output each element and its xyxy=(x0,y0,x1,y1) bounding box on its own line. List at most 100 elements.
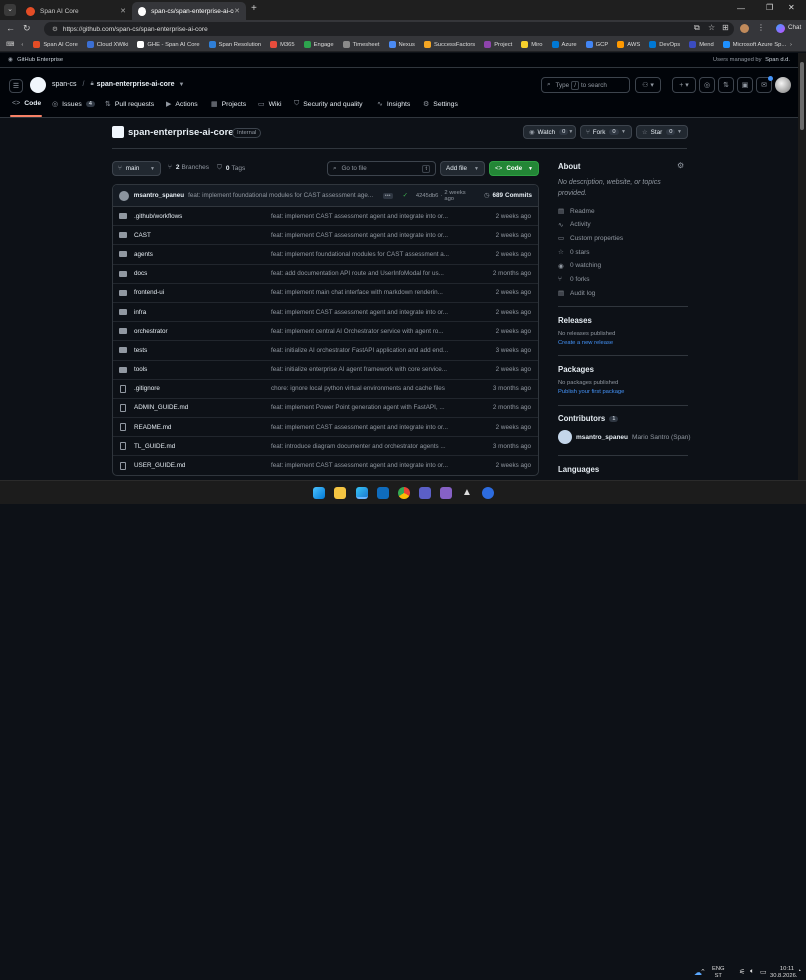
file-name-cell[interactable]: CAST xyxy=(113,232,271,239)
tab-projects[interactable]: ▦ Projects xyxy=(211,100,246,109)
file-name[interactable]: infra xyxy=(134,309,146,316)
bookmark-item[interactable]: GCP xyxy=(585,41,608,48)
teams-icon[interactable] xyxy=(419,487,431,499)
bookmark-item[interactable]: GHE - Span AI Core xyxy=(137,41,200,48)
bookmark-star-icon[interactable]: ☆ xyxy=(708,23,715,32)
commit-sha[interactable]: 4245db6 xyxy=(416,193,439,199)
bookmark-item[interactable]: AWS xyxy=(617,41,640,48)
bookmark-item[interactable]: Microsoft Azure Sp... xyxy=(722,41,786,48)
url-field[interactable]: ⚙ https://github.com/span-cs/span-enterp… xyxy=(44,22,734,36)
volume-icon[interactable]: 🔈︎ xyxy=(750,968,754,976)
github-logo-icon[interactable] xyxy=(30,77,46,93)
table-row[interactable]: TL_GUIDE.md feat: introduce diagram docum… xyxy=(113,437,538,457)
bookmarks-toggle-icon[interactable]: ⌨ xyxy=(6,42,14,48)
language-indicator[interactable]: ENG ST xyxy=(712,966,725,980)
file-name-cell[interactable]: .gitignore xyxy=(113,384,271,393)
packages-heading[interactable]: Packages xyxy=(558,365,594,374)
table-row[interactable]: infra feat: implement CAST assessment age… xyxy=(113,303,538,323)
publish-package-link[interactable]: Publish your first package xyxy=(558,389,624,395)
tab-span-ai-core[interactable]: Span AI Core ✕ xyxy=(20,2,132,20)
file-name[interactable]: tests xyxy=(134,347,147,354)
new-tab-button[interactable]: + xyxy=(251,3,257,14)
watch-button[interactable]: ◉ Watch 0 ▼ xyxy=(523,125,576,139)
tab-code[interactable]: <> Code xyxy=(12,100,41,107)
file-commit-message[interactable]: feat: implement CAST assessment agent an… xyxy=(271,309,471,316)
go-to-file-input[interactable]: ⌕ Go to file t xyxy=(327,161,436,176)
enterprise-label[interactable]: GitHub Enterprise xyxy=(17,57,63,63)
breadcrumb-owner[interactable]: span-cs xyxy=(52,81,77,88)
managed-by-org[interactable]: Span d.d. xyxy=(765,57,790,63)
file-name[interactable]: .gitignore xyxy=(134,385,160,392)
file-name-cell[interactable]: agents xyxy=(113,251,271,258)
file-commit-message[interactable]: chore: ignore local python virtual envir… xyxy=(271,385,471,392)
star-button[interactable]: ☆ Star 0 ▼ xyxy=(636,125,688,139)
close-tab-icon[interactable]: ✕ xyxy=(234,7,240,15)
add-file-button[interactable]: Add file ▼ xyxy=(440,161,485,176)
notification-bell-icon[interactable]: ◔ xyxy=(797,968,801,975)
commit-count[interactable]: 689 xyxy=(493,192,504,199)
file-commit-message[interactable]: feat: implement Power Point generation a… xyxy=(271,404,471,411)
file-name[interactable]: USER_GUIDE.md xyxy=(134,462,185,469)
commit-message[interactable]: feat: implement foundational modules for… xyxy=(188,192,375,199)
chat-button[interactable]: Chat xyxy=(788,24,801,31)
visual-studio-icon[interactable] xyxy=(440,487,452,499)
about-item-activity[interactable]: ∿ Activity xyxy=(558,221,591,229)
file-name[interactable]: README.md xyxy=(134,424,171,431)
bookmarks-back-icon[interactable]: ‹ xyxy=(21,42,23,48)
file-name[interactable]: docs xyxy=(134,270,147,277)
file-name-cell[interactable]: tests xyxy=(113,347,271,354)
bookmark-item[interactable]: SuccessFactors xyxy=(423,41,475,48)
about-item-0-forks[interactable]: ⑂ 0 forks xyxy=(558,276,590,283)
tags-link[interactable]: ⛉ 0 Tags xyxy=(217,164,245,172)
search-input[interactable]: ⌕ Type / to search xyxy=(541,77,630,93)
table-row[interactable]: .github/workflows feat: implement CAST as… xyxy=(113,207,538,227)
inbox-icon-button[interactable]: ✉ xyxy=(756,76,773,93)
table-row[interactable]: frontend-ui feat: implement main chat int… xyxy=(113,284,538,303)
extensions-icon[interactable]: ⊞ xyxy=(722,23,729,32)
table-row[interactable]: USER_GUIDE.md feat: implement CAST assess… xyxy=(113,456,538,475)
restore-window-icon[interactable]: ❐ xyxy=(766,3,773,12)
clock[interactable]: 10:11 30.8.2026. xyxy=(770,966,797,980)
minimize-window-icon[interactable]: — xyxy=(737,4,745,13)
tab-search-button[interactable]: ⌄ xyxy=(4,4,16,16)
contributors-heading[interactable]: Contributors 1 xyxy=(558,414,619,423)
about-item-0-watching[interactable]: ◉ 0 watching xyxy=(558,262,601,270)
bookmark-item[interactable]: Miro xyxy=(521,41,543,48)
file-name[interactable]: TL_GUIDE.md xyxy=(134,443,175,450)
chrome-icon[interactable] xyxy=(398,487,410,499)
file-commit-message[interactable]: feat: implement central AI Orchestrator … xyxy=(271,328,471,335)
table-row[interactable]: tools feat: initialize enterprise AI agen… xyxy=(113,361,538,380)
tab-github-repo[interactable]: span-cs/span-enterprise-ai-core ✕ xyxy=(132,2,246,20)
file-name-cell[interactable]: TL_GUIDE.md xyxy=(113,442,271,451)
file-commit-message[interactable]: feat: introduce diagram documenter and o… xyxy=(271,443,471,450)
network-icon[interactable]: ⚟ xyxy=(739,968,745,976)
bookmark-item[interactable]: Span Resolution xyxy=(208,41,261,48)
bookmark-item[interactable]: Engage xyxy=(303,41,334,48)
code-button[interactable]: <> Code ▼ xyxy=(489,161,539,176)
commit-ellipsis-button[interactable]: ••• xyxy=(382,192,393,199)
refresh-icon[interactable]: ↻ xyxy=(23,23,31,34)
file-commit-message[interactable]: feat: initialize AI orchestrator FastAPI… xyxy=(271,347,471,354)
tray-chevron-icon[interactable]: ⌃ xyxy=(700,968,706,976)
file-name[interactable]: orchestrator xyxy=(134,328,168,335)
file-name-cell[interactable]: frontend-ui xyxy=(113,289,271,296)
about-item-0-stars[interactable]: ☆ 0 stars xyxy=(558,248,590,257)
table-row[interactable]: README.md feat: implement CAST assessment… xyxy=(113,418,538,438)
tab-settings[interactable]: ⚙ Settings xyxy=(423,100,458,109)
close-window-icon[interactable]: ✕ xyxy=(788,3,795,12)
file-name[interactable]: .github/workflows xyxy=(134,213,182,220)
bookmark-item[interactable]: Cloud XWiki xyxy=(86,41,128,48)
share-icon[interactable]: ⧉ xyxy=(694,23,700,33)
file-commit-message[interactable]: feat: add documentation API route and Us… xyxy=(271,270,471,277)
file-name-cell[interactable]: README.md xyxy=(113,423,271,432)
file-name[interactable]: frontend-ui xyxy=(134,289,164,296)
bookmark-item[interactable]: Azure xyxy=(551,41,577,48)
app-a-icon[interactable]: ▲ xyxy=(461,487,473,499)
author-avatar[interactable] xyxy=(119,190,129,201)
battery-icon[interactable]: ▭ xyxy=(760,968,767,976)
windows-start-icon[interactable] xyxy=(313,487,325,499)
bookmark-item[interactable]: DevOps xyxy=(649,41,680,48)
table-row[interactable]: docs feat: add documentation API route an… xyxy=(113,265,538,284)
back-icon[interactable]: ← xyxy=(6,23,15,33)
bookmark-item[interactable]: Mend xyxy=(689,41,714,48)
